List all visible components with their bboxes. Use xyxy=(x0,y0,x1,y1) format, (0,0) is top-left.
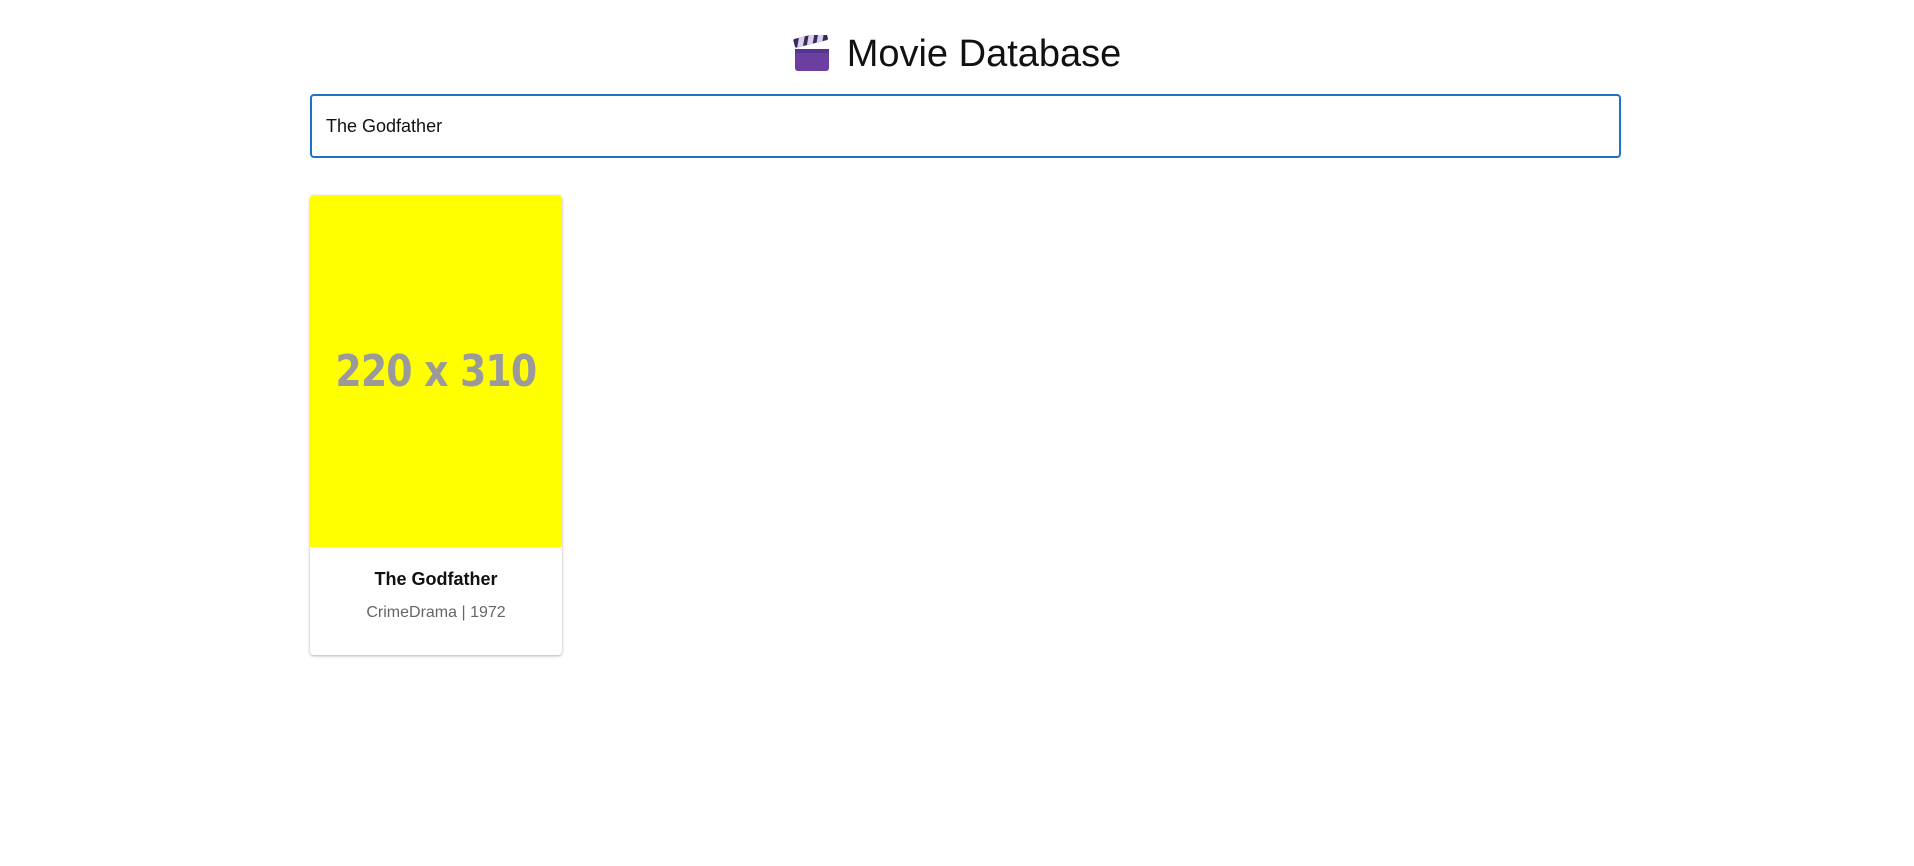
movie-title: The Godfather xyxy=(374,569,498,589)
movie-card-body: The Godfather CrimeDrama | 1972 xyxy=(310,547,562,622)
movie-card[interactable]: 220 x 310 The Godfather CrimeDrama | 197… xyxy=(310,195,562,655)
poster-placeholder-label: 220 x 310 xyxy=(335,345,538,397)
clapperboard-icon xyxy=(793,35,829,71)
results-grid: 220 x 310 The Godfather CrimeDrama | 197… xyxy=(310,195,562,655)
page-title: Movie Database xyxy=(846,33,1122,75)
search-bar xyxy=(310,94,1621,158)
movie-meta: CrimeDrama | 1972 xyxy=(366,604,506,621)
search-input[interactable] xyxy=(310,94,1621,158)
movie-poster: 220 x 310 xyxy=(310,195,562,547)
page-header: Movie Database xyxy=(0,32,1914,76)
